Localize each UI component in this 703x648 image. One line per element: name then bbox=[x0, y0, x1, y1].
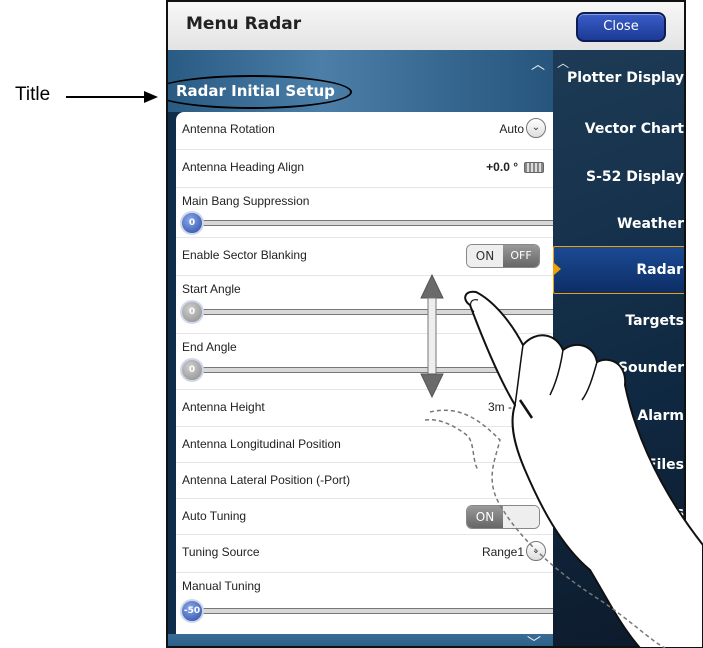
setting-label: Auto Tuning bbox=[182, 509, 247, 523]
toggle-off-option[interactable] bbox=[503, 506, 539, 528]
sector-blanking-toggle[interactable]: ON OFF bbox=[466, 244, 540, 268]
scroll-down-icon[interactable]: ﹀ bbox=[527, 633, 541, 646]
toggle-on-option[interactable]: ON bbox=[467, 245, 503, 267]
setting-row-antenna-rotation[interactable]: Antenna Rotation Auto ⌄ bbox=[176, 112, 553, 150]
annotation-arrow-line bbox=[66, 96, 146, 98]
settings-panel: ︿ Radar Initial Setup Antenna Rotation A… bbox=[168, 50, 553, 646]
menu-title: Menu Radar bbox=[186, 14, 302, 34]
chevron-down-icon[interactable]: ⌄ bbox=[526, 541, 546, 561]
toggle-on-option[interactable]: ON bbox=[467, 506, 503, 528]
setting-label: Antenna Lateral Position (-Port) bbox=[182, 473, 351, 487]
bottom-scroll-bar[interactable]: ﹀ bbox=[168, 633, 553, 646]
setting-row-main-bang-suppression[interactable]: Main Bang Suppression 0 bbox=[176, 188, 553, 238]
setting-label: Antenna Longitudinal Position bbox=[182, 437, 341, 451]
close-button[interactable]: Close bbox=[576, 12, 666, 42]
active-marker-icon bbox=[554, 263, 561, 275]
sidebar-item-plotter-display[interactable]: Plotter Display bbox=[567, 70, 684, 86]
settings-list[interactable]: Antenna Rotation Auto ⌄ Antenna Heading … bbox=[176, 112, 553, 634]
setting-label: Main Bang Suppression bbox=[182, 194, 310, 208]
sidebar-item-files[interactable]: Files bbox=[647, 457, 684, 473]
setting-row-antenna-height[interactable]: Antenna Height 3m - bbox=[176, 390, 553, 427]
setting-row-antenna-lateral-position[interactable]: Antenna Lateral Position (-Port) bbox=[176, 463, 553, 499]
setting-row-antenna-heading-align[interactable]: Antenna Heading Align +0.0 ° bbox=[176, 150, 553, 188]
annotation-label: Title bbox=[15, 84, 51, 105]
setting-row-manual-tuning[interactable]: Manual Tuning -50 bbox=[176, 573, 553, 634]
setting-row-tuning-source[interactable]: Tuning Source Range1 ⌄ bbox=[176, 535, 553, 573]
setting-label: Start Angle bbox=[182, 282, 241, 296]
setting-label: Manual Tuning bbox=[182, 579, 261, 593]
slider-track[interactable] bbox=[190, 309, 553, 315]
setting-row-end-angle[interactable]: End Angle 0 bbox=[176, 334, 553, 390]
sidebar-item-radar-active[interactable]: Radar bbox=[553, 246, 684, 294]
setting-value: 3m - bbox=[488, 400, 512, 414]
setting-label: Antenna Height bbox=[182, 400, 265, 414]
slider-track[interactable] bbox=[190, 608, 553, 614]
sidebar-item-vector-chart[interactable]: Vector Chart bbox=[585, 121, 684, 137]
setting-row-enable-sector-blanking[interactable]: Enable Sector Blanking ON OFF bbox=[176, 238, 553, 276]
setting-label: Antenna Rotation bbox=[182, 122, 275, 136]
auto-tuning-toggle[interactable]: ON bbox=[466, 505, 540, 529]
sidebar-item-weather[interactable]: Weather bbox=[617, 216, 684, 232]
slider-track[interactable] bbox=[190, 367, 553, 373]
annotation-arrow-head bbox=[144, 91, 158, 103]
chevron-down-icon[interactable]: ⌄ bbox=[526, 118, 546, 138]
sidebar-item-s52-display[interactable]: S-52 Display bbox=[586, 169, 684, 185]
setting-value: +0.0 ° bbox=[486, 160, 518, 174]
toggle-off-option[interactable]: OFF bbox=[503, 245, 539, 267]
setting-value: Range1 bbox=[481, 545, 524, 559]
sidebar-item-partial[interactable]: s bbox=[676, 505, 684, 521]
setting-row-antenna-longitudinal-position[interactable]: Antenna Longitudinal Position bbox=[176, 427, 553, 463]
sidebar-item-radar[interactable]: Radar bbox=[636, 262, 683, 278]
setting-row-start-angle[interactable]: Start Angle 0 bbox=[176, 276, 553, 334]
slider-knob[interactable]: 0 bbox=[180, 300, 204, 324]
slider-knob[interactable]: 0 bbox=[180, 358, 204, 382]
setting-label: Antenna Heading Align bbox=[182, 160, 305, 174]
setting-value: Auto bbox=[499, 122, 524, 136]
setting-label: End Angle bbox=[182, 340, 237, 354]
menu-sidebar: ︿ Plotter Display Vector Chart S-52 Disp… bbox=[553, 50, 684, 646]
keyboard-icon[interactable] bbox=[524, 162, 544, 173]
slider-knob[interactable]: -50 bbox=[180, 599, 204, 623]
setting-row-auto-tuning[interactable]: Auto Tuning ON bbox=[176, 499, 553, 535]
slider-track[interactable] bbox=[190, 220, 553, 226]
sidebar-scroll-up-icon[interactable]: ︿ bbox=[557, 54, 569, 71]
sidebar-item-targets[interactable]: Targets bbox=[625, 313, 684, 329]
slider-knob[interactable]: 0 bbox=[180, 211, 204, 235]
sidebar-item-sounder[interactable]: Sounder bbox=[618, 360, 684, 376]
device-screen: Menu Radar Close ︿ Radar Initial Setup A… bbox=[166, 0, 686, 648]
scroll-up-icon[interactable]: ︿ bbox=[531, 54, 545, 74]
menu-header: Menu Radar Close bbox=[168, 2, 684, 50]
setting-label: Tuning Source bbox=[182, 545, 260, 559]
setting-label: Enable Sector Blanking bbox=[182, 248, 307, 262]
sidebar-item-alarm[interactable]: Alarm bbox=[637, 408, 684, 424]
